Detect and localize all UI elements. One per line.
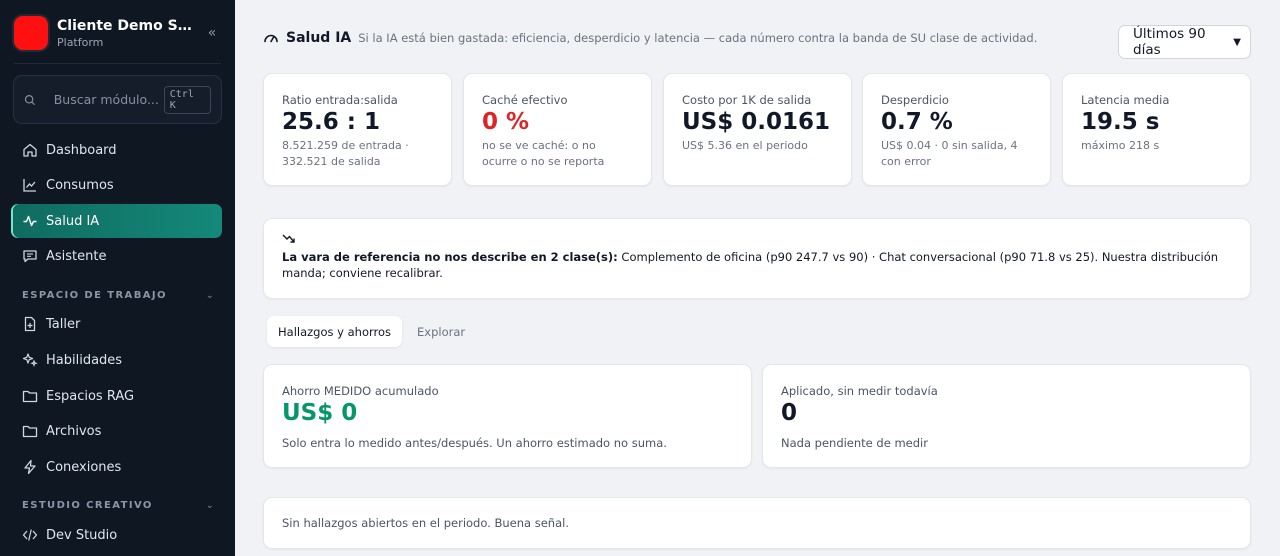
- file-plus-icon: [24, 316, 36, 332]
- card-note: Nada pendiente de medir: [781, 436, 928, 450]
- kpi-card-latency: Latencia media 19.5 s máximo 218 s: [1062, 73, 1251, 186]
- main-content: Salud IA Si la IA está bien gastada: efi…: [235, 0, 1280, 556]
- view-tabs: Hallazgos y ahorros Explorar: [263, 316, 480, 347]
- bolt-icon: [24, 459, 36, 475]
- sidebar-item-label: Conexiones: [46, 459, 122, 475]
- page-header: Salud IA Si la IA está bien gastada: efi…: [263, 30, 1037, 46]
- search-icon: [24, 94, 36, 105]
- kpi-note: máximo 218 s: [1081, 139, 1160, 152]
- card-value: 0: [781, 400, 798, 426]
- workspace-subtitle: Platform: [57, 35, 104, 49]
- app-logo: [14, 16, 48, 50]
- folder-icon: [22, 425, 38, 438]
- kpi-label: Ratio entrada:salida: [282, 93, 398, 107]
- sidebar-item-consumos[interactable]: Consumos: [13, 168, 222, 202]
- workspace-name: Cliente Demo SI...: [57, 17, 192, 34]
- home-icon: [23, 143, 37, 157]
- section-label: ESPACIO DE TRABAJO: [22, 290, 167, 301]
- sidebar-item-dev-studio[interactable]: Dev Studio: [13, 518, 222, 552]
- sidebar: Cliente Demo SI... Platform « Ctrl K Das…: [0, 0, 235, 556]
- folder-icon: [22, 390, 38, 403]
- page-subtitle: Si la IA está bien gastada: eficiencia, …: [358, 31, 1038, 45]
- sparkles-icon: [22, 353, 38, 367]
- kpi-label: Latencia media: [1081, 93, 1170, 107]
- sidebar-item-label: Asistente: [46, 248, 107, 264]
- sidebar-item-asistente[interactable]: Asistente: [13, 239, 222, 273]
- shortcut-badge: Ctrl K: [163, 85, 211, 114]
- alert-headline: La vara de referencia no nos describe en…: [282, 250, 618, 264]
- kpi-value: 0.7 %: [881, 109, 953, 135]
- sidebar-item-habilidades[interactable]: Habilidades: [13, 343, 222, 377]
- sidebar-item-label: Salud IA: [46, 213, 100, 229]
- sidebar-item-label: Dashboard: [46, 142, 117, 158]
- kpi-label: Caché efectivo: [482, 93, 568, 107]
- period-select-value: Últimos 90 días: [1133, 26, 1206, 58]
- kpi-note: 8.521.259 de entrada · 332.521 de salida: [282, 139, 409, 168]
- brand-header: Cliente Demo SI... Platform «: [14, 14, 221, 52]
- gauge-icon: [264, 34, 278, 43]
- chevron-down-icon: ⌄: [206, 290, 215, 301]
- pulse-icon: [23, 215, 37, 227]
- chat-icon: [23, 250, 37, 263]
- kpi-card-cache: Caché efectivo 0 % no se ve caché: o no …: [463, 73, 652, 186]
- kpi-value: 25.6 : 1: [282, 109, 380, 135]
- trend-down-icon: [282, 233, 1232, 249]
- line-chart-icon: [23, 179, 36, 192]
- kpi-value: 19.5 s: [1081, 109, 1160, 135]
- empty-findings-message: Sin hallazgos abiertos en el periodo. Bu…: [263, 497, 1251, 549]
- chevron-down-icon: ⌄: [206, 500, 215, 511]
- sidebar-item-archivos[interactable]: Archivos: [13, 414, 222, 448]
- alert-message: La vara de referencia no nos describe en…: [282, 249, 1232, 281]
- module-search[interactable]: Ctrl K: [13, 75, 222, 124]
- code-icon: [22, 529, 38, 541]
- search-input[interactable]: [53, 92, 164, 107]
- kpi-note: US$ 5.36 en el periodo: [682, 139, 808, 152]
- sidebar-item-taller[interactable]: Taller: [13, 307, 222, 341]
- tab-hallazgos[interactable]: Hallazgos y ahorros: [267, 316, 403, 347]
- card-label: Ahorro MEDIDO acumulado: [282, 384, 439, 398]
- sidebar-item-label: Consumos: [46, 177, 114, 193]
- sidebar-item-label: Dev Studio: [46, 527, 118, 543]
- kpi-card-waste: Desperdicio 0.7 % US$ 0.04 · 0 sin salid…: [862, 73, 1051, 186]
- divider: [14, 63, 221, 64]
- sidebar-item-salud-ia[interactable]: Salud IA: [13, 204, 222, 238]
- kpi-label: Desperdicio: [881, 93, 949, 107]
- sidebar-item-label: Espacios RAG: [46, 388, 135, 404]
- sidebar-item-conexiones[interactable]: Conexiones: [13, 450, 222, 484]
- card-note: Solo entra lo medido antes/después. Un a…: [282, 436, 667, 450]
- period-select[interactable]: Últimos 90 días ▼: [1118, 25, 1251, 59]
- collapse-sidebar-icon[interactable]: «: [203, 25, 221, 41]
- card-value: US$ 0: [282, 400, 358, 426]
- unmeasured-applied-card: Aplicado, sin medir todavía 0 Nada pendi…: [762, 364, 1251, 468]
- section-label: ESTUDIO CREATIVO: [22, 500, 153, 511]
- card-label: Aplicado, sin medir todavía: [781, 384, 938, 398]
- sidebar-item-label: Habilidades: [46, 352, 123, 368]
- calibration-alert: La vara de referencia no nos describe en…: [263, 218, 1251, 299]
- kpi-card-cost: Costo por 1K de salida US$ 0.0161 US$ 5.…: [663, 73, 852, 186]
- chevron-down-icon: ▼: [1233, 36, 1241, 48]
- section-workspace[interactable]: ESPACIO DE TRABAJO ⌄: [22, 290, 215, 301]
- page-title: Salud IA: [286, 30, 352, 46]
- kpi-note: no se ve caché: o no ocurre o no se repo…: [482, 139, 605, 168]
- kpi-value: 0 %: [482, 109, 530, 135]
- sidebar-item-label: Archivos: [46, 423, 102, 439]
- kpi-card-ratio: Ratio entrada:salida 25.6 : 1 8.521.259 …: [263, 73, 452, 186]
- sidebar-item-espacios-rag[interactable]: Espacios RAG: [13, 379, 222, 413]
- kpi-value: US$ 0.0161: [682, 109, 831, 135]
- section-creative-studio[interactable]: ESTUDIO CREATIVO ⌄: [22, 500, 215, 511]
- sidebar-item-dashboard[interactable]: Dashboard: [13, 133, 222, 167]
- sidebar-item-label: Taller: [46, 316, 81, 332]
- kpi-note: US$ 0.04 · 0 sin salida, 4 con error: [881, 139, 1018, 168]
- measured-savings-card: Ahorro MEDIDO acumulado US$ 0 Solo entra…: [263, 364, 752, 468]
- kpi-label: Costo por 1K de salida: [682, 93, 812, 107]
- tab-explorar[interactable]: Explorar: [406, 316, 476, 347]
